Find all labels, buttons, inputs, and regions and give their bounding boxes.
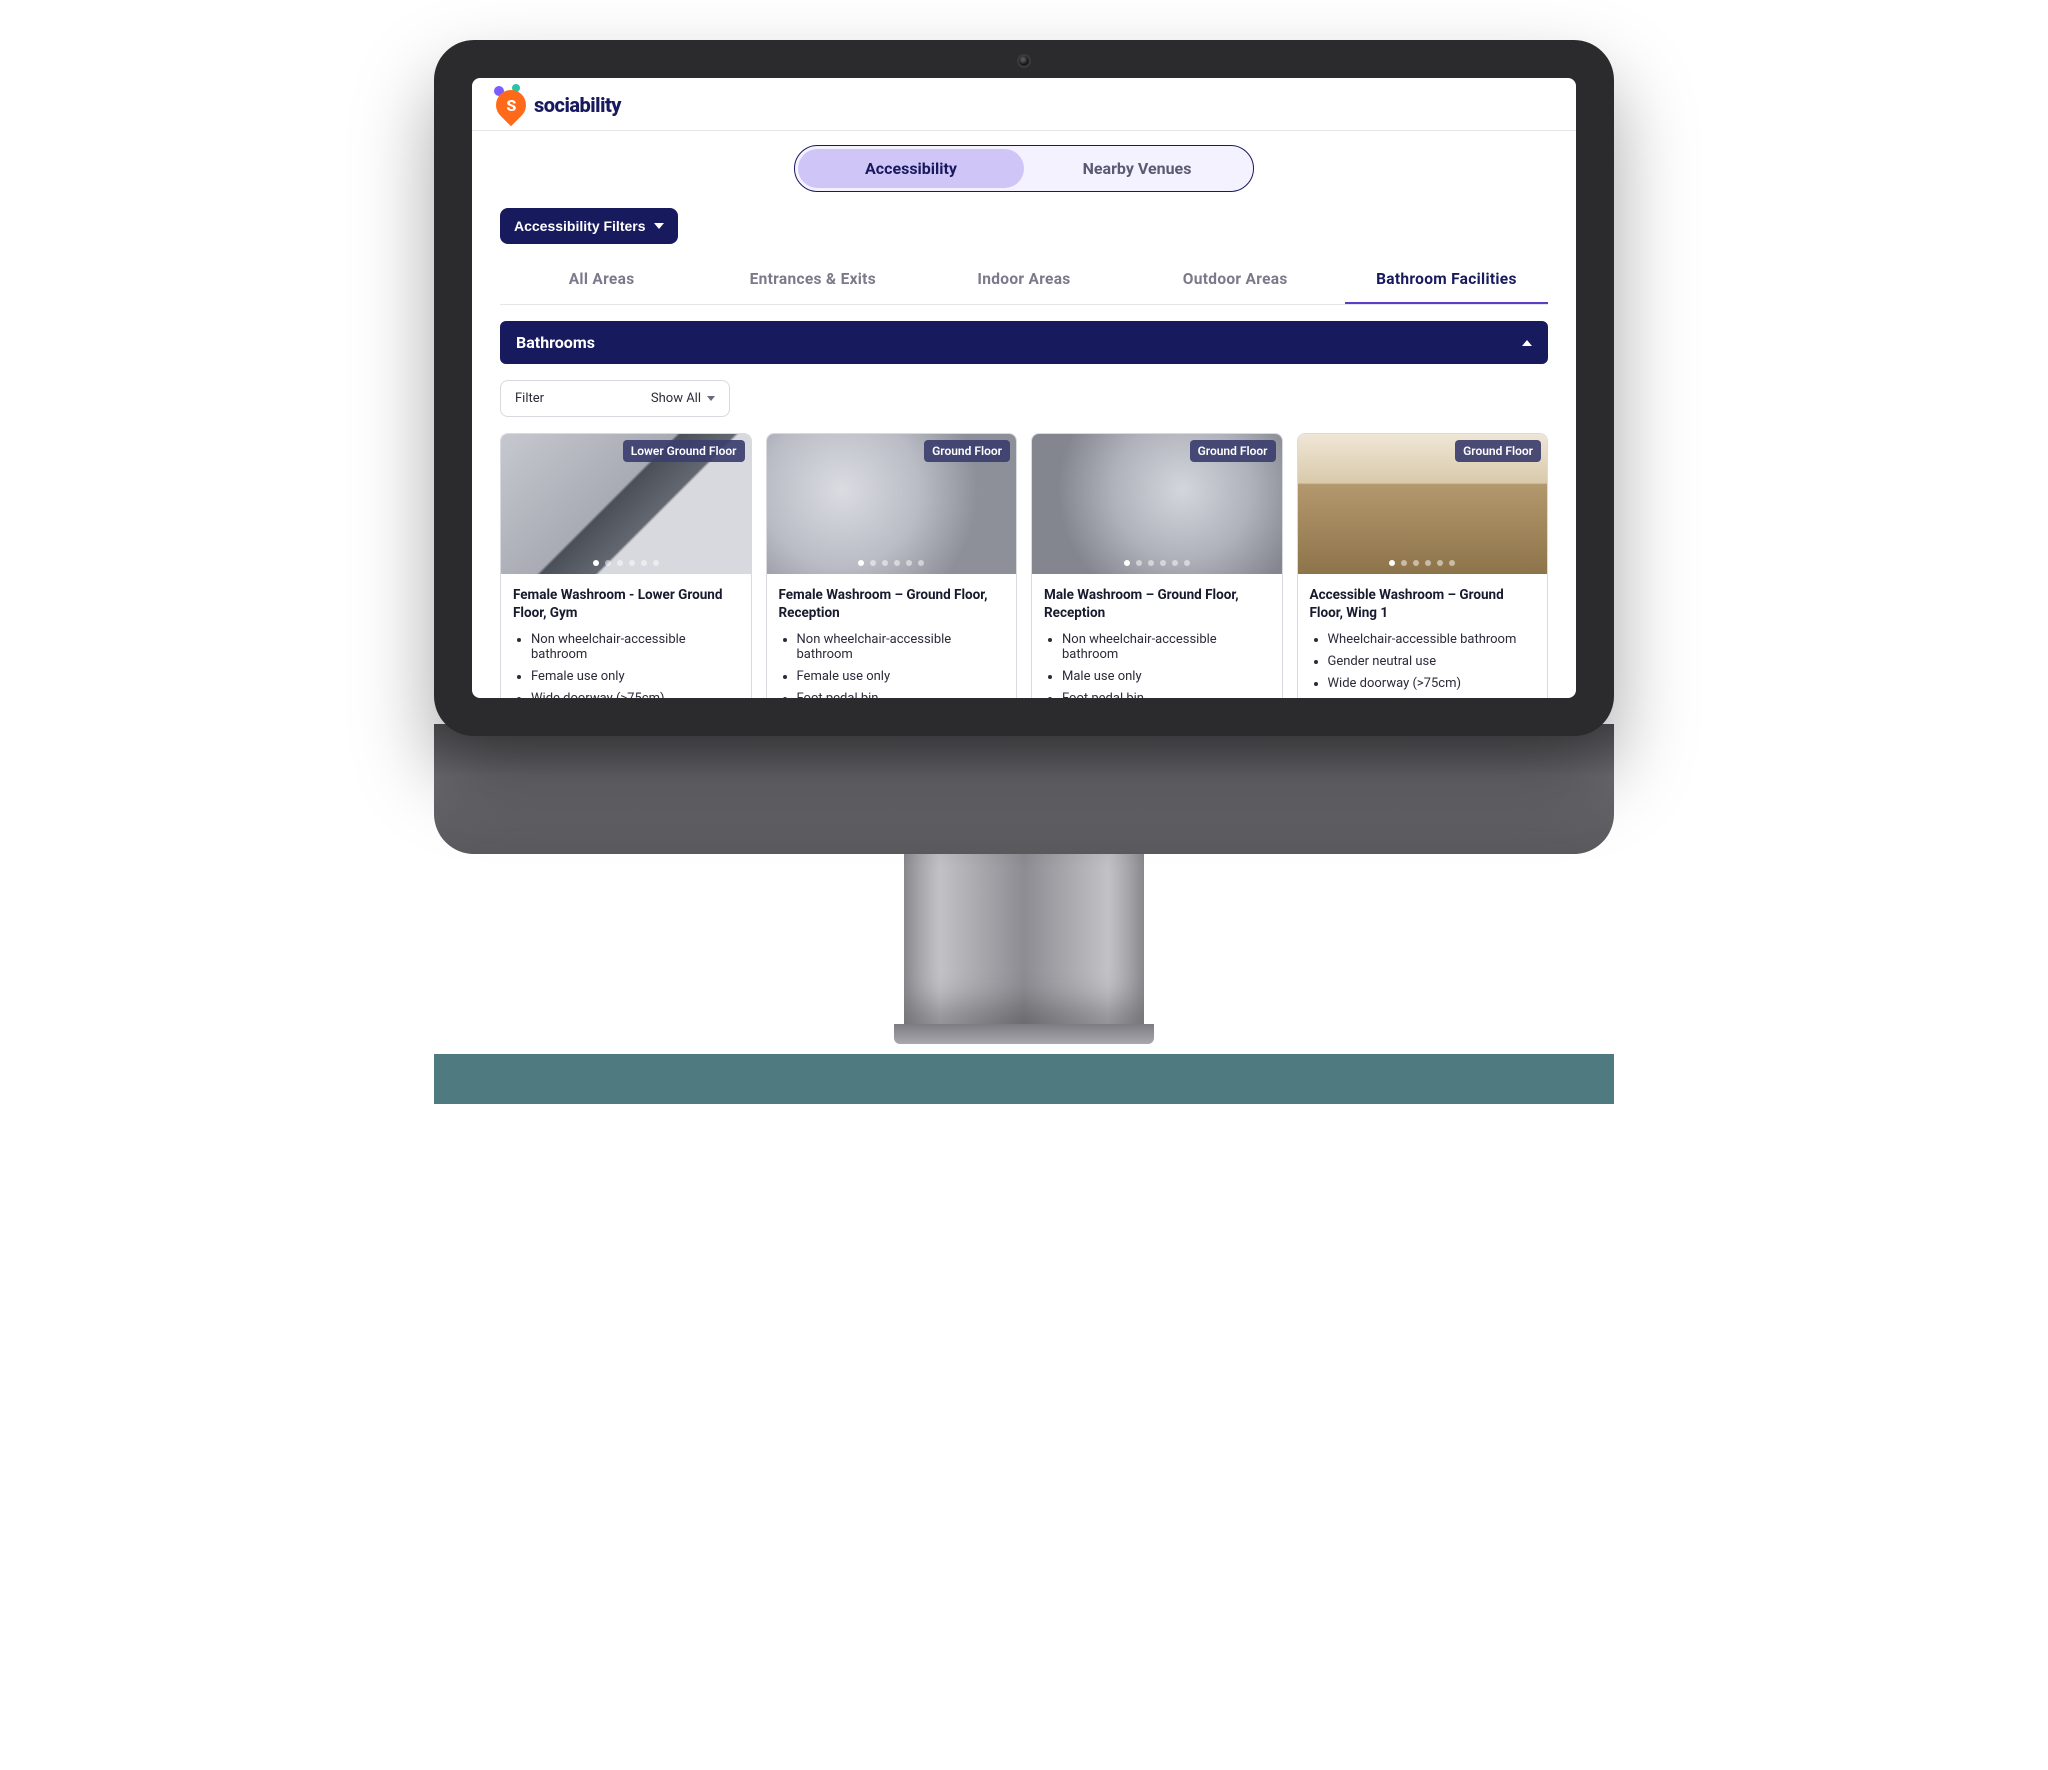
filter-value: Show All: [651, 391, 701, 406]
chevron-down-icon: [654, 223, 664, 229]
monitor-bezel: S sociability Accessibility Nearby Venue…: [434, 40, 1614, 736]
brand-name: sociability: [534, 93, 621, 117]
primary-tab-group: Accessibility Nearby Venues: [794, 145, 1254, 192]
card-title: Female Washroom – Ground Floor, Receptio…: [779, 586, 1005, 622]
app-screen: S sociability Accessibility Nearby Venue…: [472, 78, 1576, 698]
floor-badge: Ground Floor: [1190, 440, 1276, 462]
card-title: Accessible Washroom – Ground Floor, Wing…: [1310, 586, 1536, 622]
card-image[interactable]: Ground Floor: [1032, 434, 1282, 574]
feature-item: Foot pedal bin: [1062, 691, 1270, 698]
carousel-dots: [1032, 560, 1282, 566]
feature-item: Male use only: [1062, 669, 1270, 684]
tab-label: Accessibility: [865, 159, 957, 178]
button-label: Accessibility Filters: [514, 218, 646, 234]
feature-item: Foot pedal bin: [797, 691, 1005, 698]
feature-item: Wide doorway (>75cm): [531, 691, 739, 698]
tab-label: Bathroom Facilities: [1376, 270, 1517, 288]
feature-item: Non wheelchair-accessible bathroom: [797, 632, 1005, 662]
caret-down-icon: [707, 396, 715, 401]
card-image[interactable]: Ground Floor: [1298, 434, 1548, 574]
monitor-chin: [434, 724, 1614, 854]
card-image[interactable]: Ground Floor: [767, 434, 1017, 574]
bathroom-card[interactable]: Ground Floor Male Washroom – Ground Floo…: [1031, 433, 1283, 698]
feature-item: Wide doorway (>75cm): [1328, 676, 1536, 691]
camera-icon: [1017, 54, 1031, 68]
tab-label: Entrances & Exits: [750, 270, 876, 288]
floor-badge: Ground Floor: [924, 440, 1010, 462]
filter-label: Filter: [515, 391, 544, 406]
tab-accessibility[interactable]: Accessibility: [798, 149, 1024, 188]
feature-item: Wheelchair-accessible bathroom: [1328, 632, 1536, 647]
tab-label: Indoor Areas: [977, 270, 1070, 288]
feature-item: Gender neutral use: [1328, 654, 1536, 669]
area-tab-all[interactable]: All Areas: [500, 260, 703, 304]
chevron-up-icon: [1522, 340, 1532, 346]
section-title: Bathrooms: [516, 333, 595, 352]
area-tab-group: All Areas Entrances & Exits Indoor Areas…: [500, 260, 1548, 305]
tab-label: Outdoor Areas: [1183, 270, 1288, 288]
bathroom-card[interactable]: Ground Floor Female Washroom – Ground Fl…: [766, 433, 1018, 698]
feature-item: Female use only: [797, 669, 1005, 684]
tab-nearby-venues[interactable]: Nearby Venues: [1024, 149, 1250, 188]
carousel-dots: [1298, 560, 1548, 566]
card-title: Female Washroom - Lower Ground Floor, Gy…: [513, 586, 739, 622]
feature-item: Female use only: [531, 669, 739, 684]
floor-badge: Lower Ground Floor: [623, 440, 745, 462]
card-feature-list: Non wheelchair-accessible bathroom Male …: [1044, 632, 1270, 698]
card-feature-list: Non wheelchair-accessible bathroom Femal…: [779, 632, 1005, 698]
brand-logo-icon: S: [494, 88, 528, 122]
brand-logo[interactable]: S sociability: [494, 88, 621, 122]
bathroom-card[interactable]: Lower Ground Floor Female Washroom - Low…: [500, 433, 752, 698]
background-floor: [434, 1054, 1614, 1104]
tab-label: Nearby Venues: [1083, 159, 1192, 178]
tab-label: All Areas: [569, 270, 635, 288]
filter-dropdown[interactable]: Filter Show All: [500, 380, 730, 417]
feature-item: Non wheelchair-accessible bathroom: [531, 632, 739, 662]
carousel-dots: [767, 560, 1017, 566]
card-feature-list: Wheelchair-accessible bathroom Gender ne…: [1310, 632, 1536, 691]
area-tab-outdoor[interactable]: Outdoor Areas: [1134, 260, 1337, 304]
card-title: Male Washroom – Ground Floor, Reception: [1044, 586, 1270, 622]
app-header: S sociability: [472, 78, 1576, 131]
carousel-dots: [501, 560, 751, 566]
card-feature-list: Non wheelchair-accessible bathroom Femal…: [513, 632, 739, 698]
bathroom-card[interactable]: Ground Floor Accessible Washroom – Groun…: [1297, 433, 1549, 698]
monitor-stand: [894, 854, 1154, 1044]
area-tab-indoor[interactable]: Indoor Areas: [922, 260, 1125, 304]
feature-item: Non wheelchair-accessible bathroom: [1062, 632, 1270, 662]
section-bathrooms-header[interactable]: Bathrooms: [500, 321, 1548, 364]
area-tab-entrances[interactable]: Entrances & Exits: [711, 260, 914, 304]
floor-badge: Ground Floor: [1455, 440, 1541, 462]
area-tab-bathroom[interactable]: Bathroom Facilities: [1345, 260, 1548, 304]
card-image[interactable]: Lower Ground Floor: [501, 434, 751, 574]
accessibility-filters-button[interactable]: Accessibility Filters: [500, 208, 678, 244]
bathroom-card-grid: Lower Ground Floor Female Washroom - Low…: [500, 433, 1548, 698]
